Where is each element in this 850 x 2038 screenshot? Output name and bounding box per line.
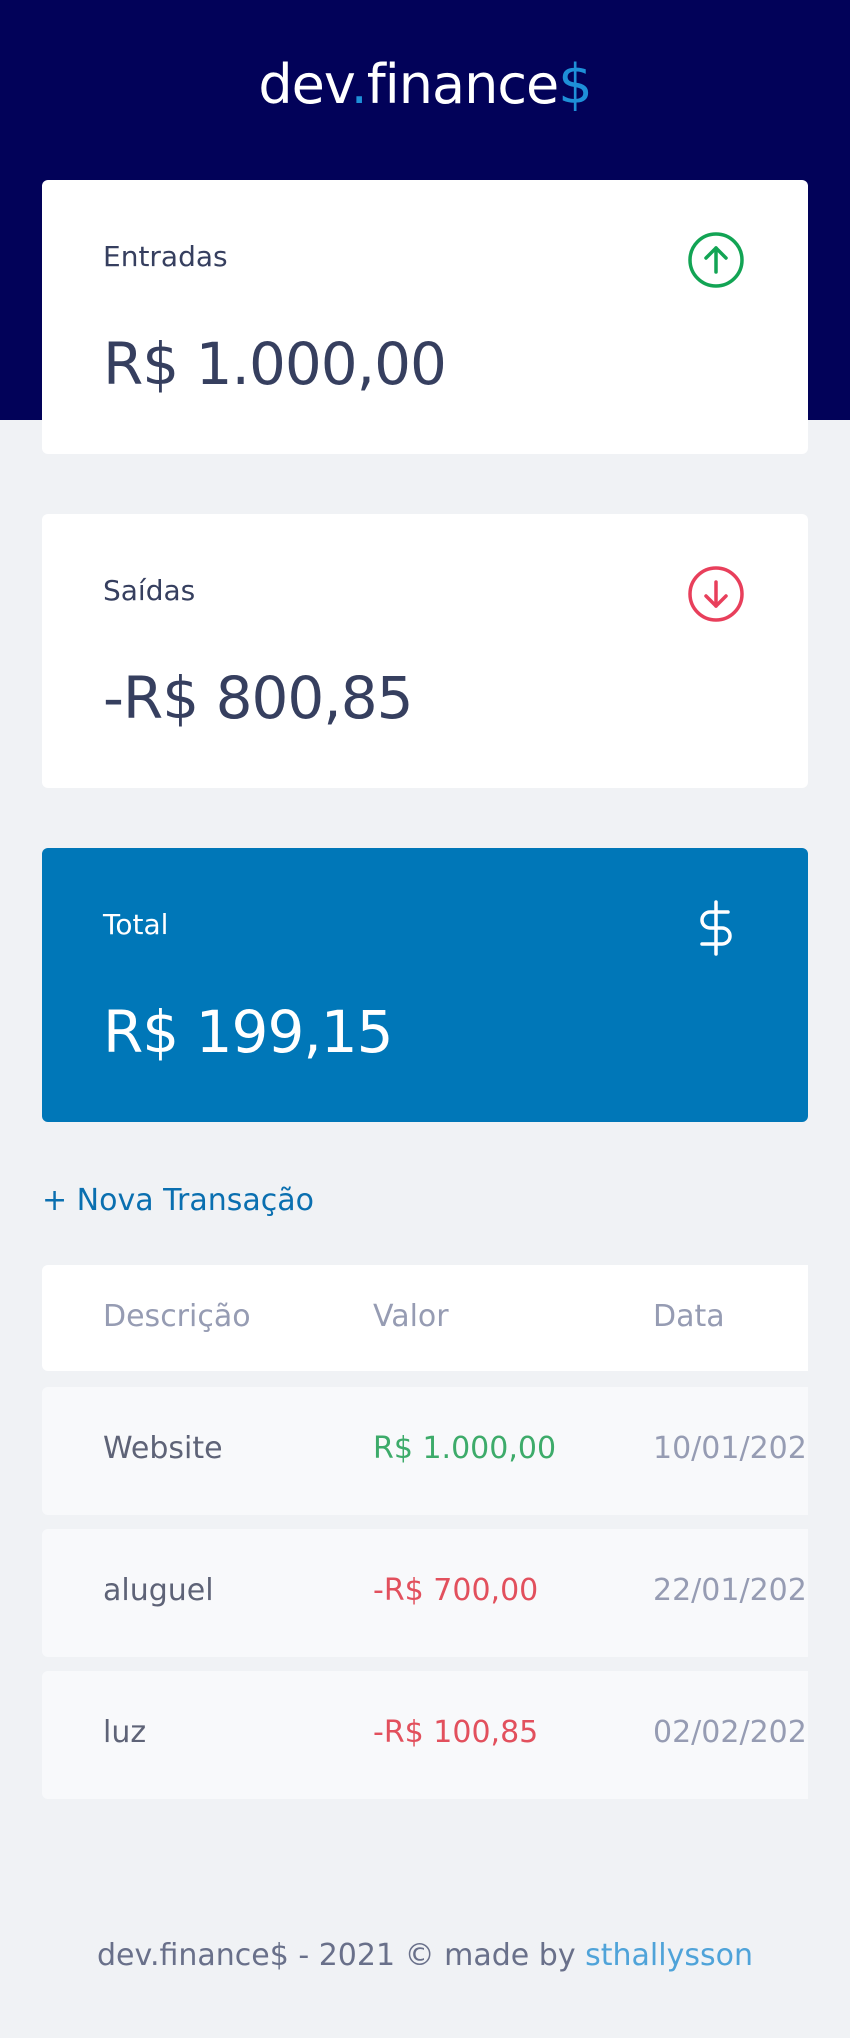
table-row[interactable]: aluguel -R$ 700,00 22/01/2022 <box>42 1529 808 1657</box>
row-date: 22/01/2022 <box>653 1573 808 1608</box>
table-row[interactable]: luz -R$ 100,85 02/02/2022 <box>42 1671 808 1799</box>
header-date: Data <box>653 1299 725 1334</box>
total-card: Total R$ 199,15 <box>42 848 808 1122</box>
dollar-sign-icon <box>700 900 732 956</box>
income-card: Entradas R$ 1.000,00 <box>42 180 808 454</box>
row-amount: -R$ 100,85 <box>373 1715 539 1750</box>
total-value: R$ 199,15 <box>103 998 394 1066</box>
row-description: Website <box>103 1431 223 1466</box>
expense-card: Saídas -R$ 800,85 <box>42 514 808 788</box>
total-label: Total <box>103 908 169 941</box>
author-link[interactable]: sthallysson <box>585 1938 753 1973</box>
header-amount: Valor <box>373 1299 449 1334</box>
arrow-down-circle-icon <box>688 566 744 622</box>
row-description: luz <box>103 1715 147 1750</box>
row-date: 10/01/2022 <box>653 1431 808 1466</box>
table-row[interactable]: Website R$ 1.000,00 10/01/2022 <box>42 1387 808 1515</box>
header-description: Descrição <box>103 1299 251 1334</box>
arrow-up-circle-icon <box>688 232 744 288</box>
new-transaction-button[interactable]: + Nova Transação <box>42 1183 314 1218</box>
footer-text: dev.finance$ - 2021 © made by <box>97 1938 576 1973</box>
expense-value: -R$ 800,85 <box>103 664 414 732</box>
income-value: R$ 1.000,00 <box>103 330 447 398</box>
row-date: 02/02/2022 <box>653 1715 808 1750</box>
row-amount: -R$ 700,00 <box>373 1573 539 1608</box>
expense-label: Saídas <box>103 574 196 607</box>
row-description: aluguel <box>103 1573 214 1608</box>
income-label: Entradas <box>103 240 228 273</box>
footer: dev.finance$ - 2021 © made by sthallysso… <box>0 1938 850 1973</box>
table-header: Descrição Valor Data <box>42 1265 808 1371</box>
app-logo: dev.finance$ <box>258 53 592 116</box>
row-amount: R$ 1.000,00 <box>373 1431 557 1466</box>
